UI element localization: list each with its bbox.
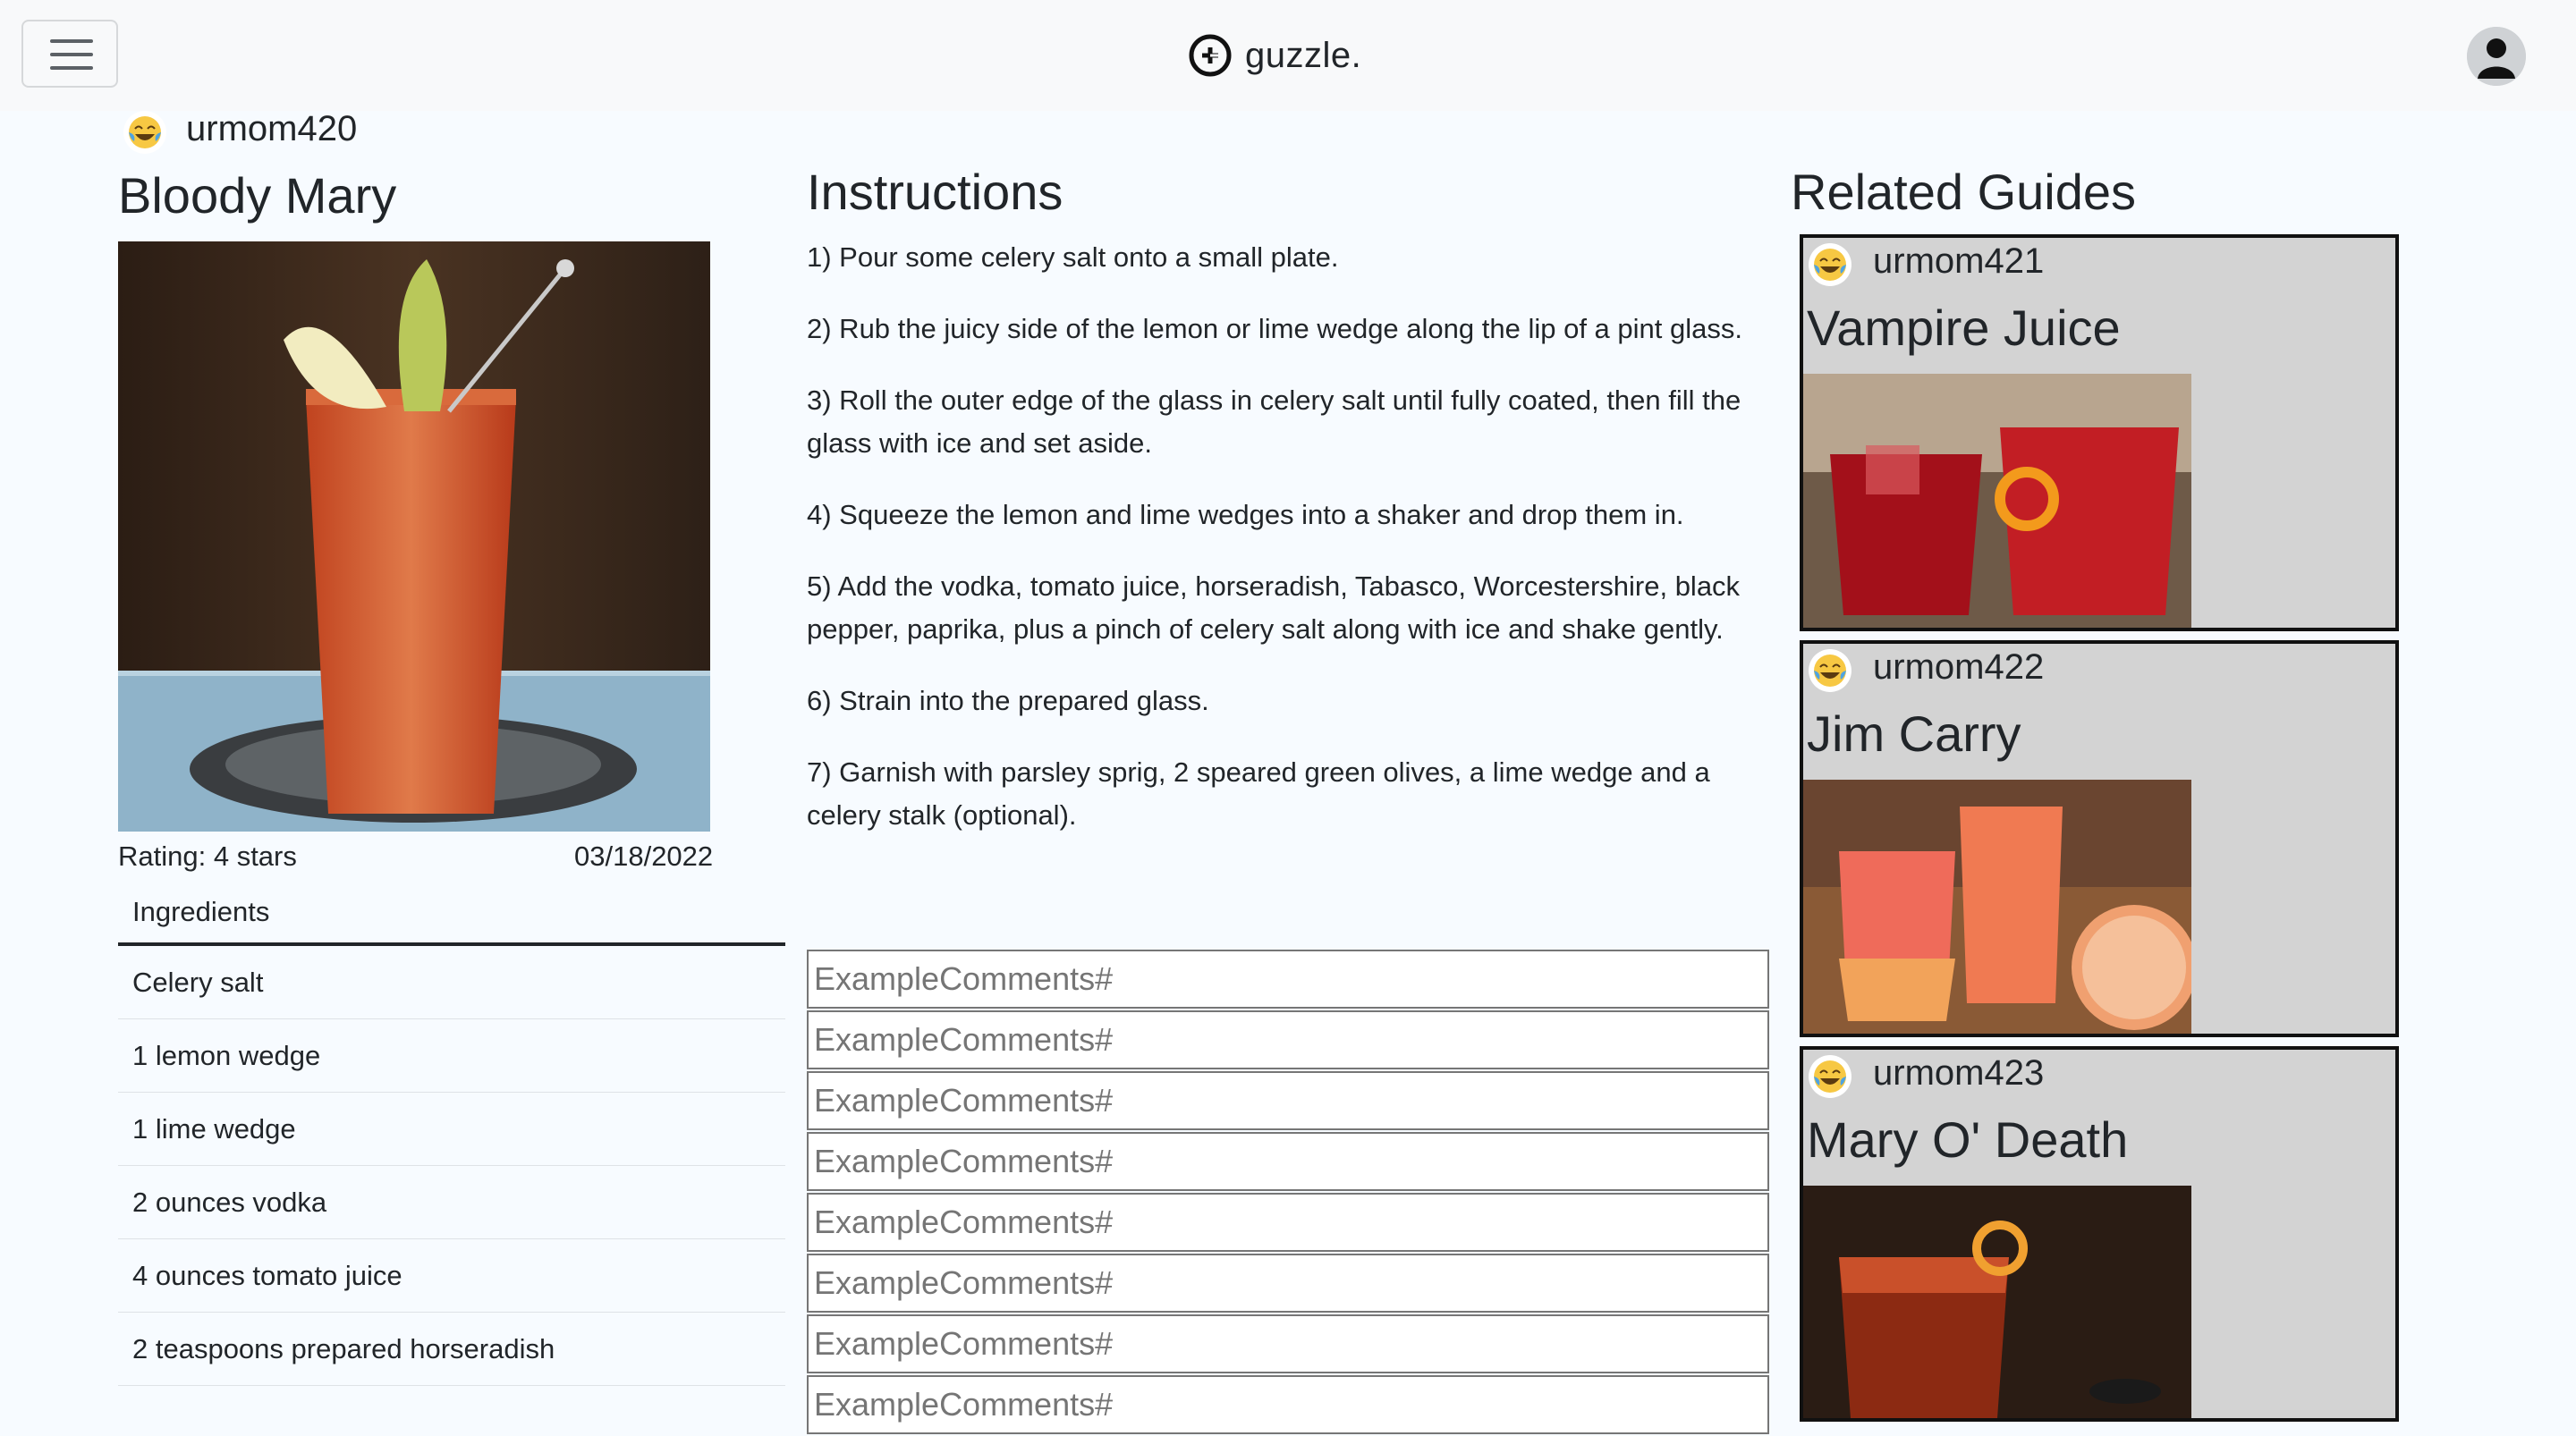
comments-section bbox=[807, 950, 1769, 1436]
laughing-tears-emoji-icon bbox=[1814, 249, 1846, 281]
comment-input[interactable] bbox=[807, 1071, 1769, 1130]
brand-name: guzzle. bbox=[1245, 35, 1362, 75]
guzzle-logo-icon bbox=[1189, 34, 1232, 77]
user-avatar-icon bbox=[2467, 27, 2526, 86]
instruction-step: 1) Pour some celery salt onto a small pl… bbox=[807, 241, 1339, 273]
author-avatar bbox=[1809, 1055, 1852, 1098]
recipe-date: 03/18/2022 bbox=[574, 840, 714, 872]
related-guide-card[interactable]: urmom421 Vampire Juice bbox=[1800, 234, 2399, 631]
guide-photo bbox=[1803, 374, 2191, 628]
recipe-photo bbox=[118, 241, 710, 832]
guide-photo bbox=[1803, 1186, 2191, 1418]
related-guides-heading: Related Guides bbox=[1791, 164, 2137, 220]
comment-input[interactable] bbox=[807, 950, 1769, 1009]
instruction-step: 6) Strain into the prepared glass. bbox=[807, 685, 1209, 716]
menu-button[interactable] bbox=[21, 20, 118, 88]
instruction-step: 2) Rub the juicy side of the lemon or li… bbox=[807, 313, 1742, 344]
guide-author: urmom422 bbox=[1873, 647, 2045, 687]
instruction-step: 3) Roll the outer edge of the glass in c… bbox=[807, 384, 1741, 459]
recipe-rating: Rating: 4 stars bbox=[118, 840, 297, 872]
instruction-step: 4) Squeeze the lemon and lime wedges int… bbox=[807, 499, 1684, 530]
laughing-tears-emoji-icon bbox=[1814, 1060, 1846, 1093]
comment-input[interactable] bbox=[807, 1010, 1769, 1069]
recipe-title: Bloody Mary bbox=[118, 167, 397, 224]
related-guide-card[interactable]: urmom422 Jim Carry bbox=[1800, 640, 2399, 1037]
laughing-tears-emoji-icon bbox=[1814, 655, 1846, 687]
ingredient-row: 4 ounces tomato juice bbox=[118, 1239, 785, 1313]
author-avatar[interactable] bbox=[123, 111, 166, 154]
laughing-tears-emoji-icon bbox=[129, 116, 161, 148]
related-guide-card[interactable]: urmom423 Mary O' Death bbox=[1800, 1046, 2399, 1422]
guide-author: urmom421 bbox=[1873, 241, 2045, 281]
guide-title: Jim Carry bbox=[1807, 705, 2021, 762]
comment-input[interactable] bbox=[807, 1193, 1769, 1252]
instruction-step: 7) Garnish with parsley sprig, 2 speared… bbox=[807, 756, 1710, 831]
guide-author: urmom423 bbox=[1873, 1053, 2045, 1093]
ingredients-header: Ingredients bbox=[118, 885, 785, 946]
ingredients-table: Ingredients Celery salt 1 lemon wedge 1 … bbox=[118, 885, 785, 1386]
guide-photo bbox=[1803, 780, 2191, 1034]
top-navbar: guzzle. bbox=[0, 0, 2576, 111]
guide-title: Mary O' Death bbox=[1807, 1111, 2129, 1168]
author-avatar bbox=[1809, 243, 1852, 286]
ingredient-row: 2 teaspoons prepared horseradish bbox=[118, 1313, 785, 1386]
comment-input[interactable] bbox=[807, 1254, 1769, 1313]
ingredient-row: 2 ounces vodka bbox=[118, 1166, 785, 1239]
author-avatar bbox=[1809, 649, 1852, 692]
instructions-heading: Instructions bbox=[807, 164, 1063, 220]
author-username[interactable]: urmom420 bbox=[186, 109, 357, 149]
brand-link[interactable]: guzzle. bbox=[1188, 27, 1361, 84]
comment-input[interactable] bbox=[807, 1375, 1769, 1434]
instructions-list: 1) Pour some celery salt onto a small pl… bbox=[807, 236, 1773, 866]
guide-title: Vampire Juice bbox=[1807, 300, 2121, 356]
instruction-step: 5) Add the vodka, tomato juice, horserad… bbox=[807, 570, 1741, 645]
ingredient-row: Celery salt bbox=[118, 946, 785, 1019]
ingredient-row: 1 lime wedge bbox=[118, 1093, 785, 1166]
ingredient-row: 1 lemon wedge bbox=[118, 1019, 785, 1093]
comment-input[interactable] bbox=[807, 1314, 1769, 1373]
comment-input[interactable] bbox=[807, 1132, 1769, 1191]
profile-button[interactable] bbox=[2467, 27, 2526, 86]
